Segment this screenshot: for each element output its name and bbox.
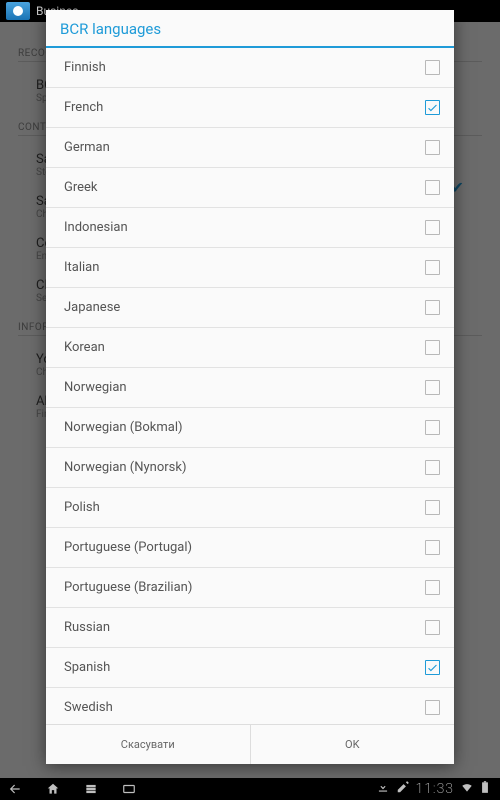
check-icon [426,661,439,674]
language-label: Norwegian (Nynorsk) [64,460,187,475]
languages-list[interactable]: Finnish French German Greek Indonesian Italia… [46,48,454,724]
language-row[interactable]: Norwegian [46,368,454,408]
checkbox[interactable] [425,260,440,275]
checkbox[interactable] [425,300,440,315]
checkbox[interactable] [425,580,440,595]
check-icon [426,101,439,114]
checkbox[interactable] [425,500,440,515]
language-row[interactable]: French [46,88,454,128]
language-label: German [64,140,110,155]
languages-dialog: BCR languages Finnish French German Greek In… [46,10,454,764]
language-label: Norwegian (Bokmal) [64,420,183,435]
language-row[interactable]: Finnish [46,48,454,88]
download-icon [376,780,390,798]
recent-apps-button[interactable] [84,782,98,796]
checkbox[interactable] [425,460,440,475]
edit-icon [396,780,410,798]
ok-button[interactable]: OK [251,725,455,764]
language-row[interactable]: Indonesian [46,208,454,248]
clock-time: 11:33 [416,781,454,797]
language-label: Italian [64,260,99,275]
cancel-button[interactable]: Скасувати [46,725,251,764]
language-label: Korean [64,340,105,355]
app-icon [6,2,30,20]
checkbox[interactable] [425,60,440,75]
checkbox[interactable] [425,100,440,115]
language-label: Polish [64,500,100,515]
checkbox[interactable] [425,180,440,195]
language-label: Portuguese (Brazilian) [64,580,192,595]
language-row[interactable]: German [46,128,454,168]
screenshot-button[interactable] [122,782,136,796]
language-row[interactable]: Russian [46,608,454,648]
recent-icon [84,782,98,796]
language-label: French [64,100,103,115]
back-icon [8,782,22,796]
language-row[interactable]: Japanese [46,288,454,328]
language-label: Japanese [64,300,120,315]
language-row[interactable]: Portuguese (Portugal) [46,528,454,568]
language-row[interactable]: Norwegian (Nynorsk) [46,448,454,488]
language-row[interactable]: Greek [46,168,454,208]
language-row[interactable]: Swedish [46,688,454,724]
home-icon [46,782,60,796]
wifi-icon [460,780,474,798]
checkbox[interactable] [425,220,440,235]
language-label: Spanish [64,660,110,675]
back-button[interactable] [8,782,22,796]
language-row[interactable]: Polish [46,488,454,528]
battery-icon [478,780,492,798]
checkbox[interactable] [425,620,440,635]
language-label: Greek [64,180,98,195]
dialog-button-bar: Скасувати OK [46,724,454,764]
language-label: Indonesian [64,220,128,235]
checkbox[interactable] [425,540,440,555]
checkbox[interactable] [425,380,440,395]
dialog-title: BCR languages [46,10,454,46]
language-row[interactable]: Italian [46,248,454,288]
checkbox[interactable] [425,700,440,715]
language-row[interactable]: Portuguese (Brazilian) [46,568,454,608]
checkbox[interactable] [425,420,440,435]
language-label: Norwegian [64,380,127,395]
home-button[interactable] [46,782,60,796]
language-label: Portuguese (Portugal) [64,540,192,555]
checkbox[interactable] [425,340,440,355]
checkbox[interactable] [425,140,440,155]
language-row[interactable]: Spanish [46,648,454,688]
checkbox[interactable] [425,660,440,675]
language-label: Russian [64,620,110,635]
language-label: Swedish [64,700,113,715]
screenshot-icon [122,782,136,796]
language-row[interactable]: Korean [46,328,454,368]
navigation-bar: 11:33 [0,778,500,800]
language-label: Finnish [64,60,106,75]
language-row[interactable]: Norwegian (Bokmal) [46,408,454,448]
